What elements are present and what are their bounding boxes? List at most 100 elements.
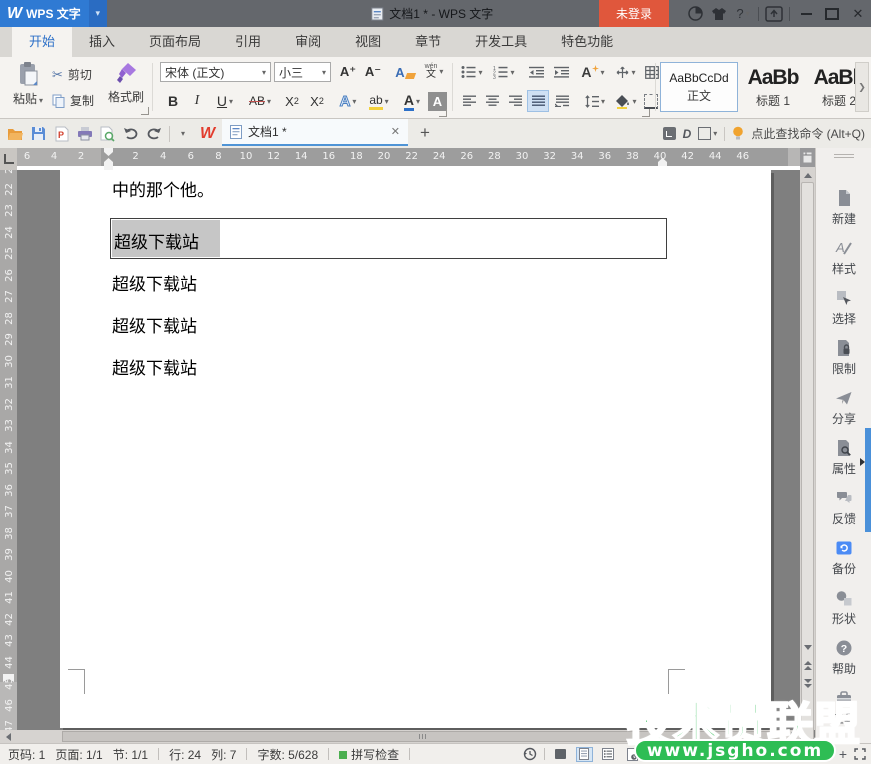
sidebar-scroll-indicator[interactable]	[865, 428, 871, 532]
document-canvas[interactable]: 中的那个他。 超级下载站 超级下载站 超级下载站 超级下载站	[17, 170, 800, 730]
timer-icon[interactable]	[662, 127, 676, 140]
shading-button[interactable]: ▾	[612, 90, 640, 112]
tab-dev-tools[interactable]: 开发工具	[458, 27, 544, 57]
align-right-button[interactable]	[504, 90, 526, 112]
text-frame[interactable]: 超级下载站	[110, 218, 667, 259]
cut-button[interactable]: ✂ 剪切	[52, 66, 92, 83]
shrink-font-button[interactable]: A⁻	[361, 61, 385, 83]
paragraph-text[interactable]: 超级下载站	[112, 354, 197, 379]
vertical-scrollbar[interactable]	[800, 148, 815, 764]
tab-insert[interactable]: 插入	[72, 27, 132, 57]
history-icon[interactable]	[523, 747, 537, 761]
justify-button[interactable]	[527, 90, 549, 112]
paragraph-text[interactable]: 超级下载站	[112, 312, 197, 337]
frame-text[interactable]: 超级下载站	[114, 228, 199, 253]
save-button[interactable]	[27, 122, 50, 146]
italic-button[interactable]: I	[186, 90, 208, 112]
redo-button[interactable]	[142, 122, 165, 146]
tab-special-features[interactable]: 特色功能	[544, 27, 630, 57]
styles-gallery-expand[interactable]: ❯	[855, 62, 869, 112]
tab-review[interactable]: 审阅	[278, 27, 338, 57]
sidebar-item-feedback[interactable]: 反馈	[816, 486, 871, 530]
sidebar-collapse-arrow[interactable]	[860, 458, 865, 466]
sidebar-item-help[interactable]: ? 帮助	[816, 636, 871, 680]
tab-view[interactable]: 视图	[338, 27, 398, 57]
paste-button[interactable]: 粘贴 ▾	[8, 61, 48, 115]
close-tab-icon[interactable]: ✕	[391, 125, 400, 138]
numbering-button[interactable]: 1 2 3 ▾	[489, 61, 519, 83]
font-dialog-launcher[interactable]	[439, 109, 447, 117]
print-preview-button[interactable]	[96, 122, 119, 146]
ruler-toggle-button[interactable]	[800, 148, 815, 167]
tab-home[interactable]: 开始	[12, 27, 73, 57]
new-tab-button[interactable]: +	[420, 123, 430, 143]
pinyin-guide-button[interactable]: wén 文 ▾	[420, 60, 448, 82]
wps-menu-dropdown[interactable]: ▾	[88, 0, 107, 27]
tab-page-layout[interactable]: 页面布局	[132, 27, 218, 57]
tab-section[interactable]: 章节	[398, 27, 458, 57]
paragraph-layout-button[interactable]: ▾	[612, 61, 640, 83]
decrease-indent-button[interactable]	[524, 61, 548, 83]
find-command-hint[interactable]: 点此查找命令 (Alt+Q)	[751, 125, 865, 142]
increase-indent-button[interactable]	[549, 61, 573, 83]
feedback-circle-icon[interactable]	[683, 0, 707, 27]
panel-icon[interactable]: ▾	[698, 127, 717, 140]
scroll-down-button[interactable]	[800, 640, 815, 654]
sidebar-item-shapes[interactable]: 形状	[816, 586, 871, 630]
scroll-left-button[interactable]	[0, 730, 17, 743]
document-tab[interactable]: 文档1 * ✕	[222, 119, 408, 146]
close-button[interactable]: ✕	[845, 0, 871, 27]
font-color-button[interactable]: A ▾	[397, 90, 427, 112]
line-spacing-button[interactable]: ▾	[580, 90, 610, 112]
paragraph-text[interactable]: 中的那个他。	[112, 176, 214, 201]
sidebar-item-backup[interactable]: 备份	[816, 536, 871, 580]
status-word-count[interactable]: 字数: 5/628	[257, 746, 318, 763]
drive-icon[interactable]: D	[683, 127, 692, 141]
grow-font-button[interactable]: A⁺	[336, 61, 360, 83]
help-icon[interactable]: ? ▾	[731, 0, 755, 27]
paragraph-text[interactable]: 超级下载站	[112, 270, 197, 295]
maximize-button[interactable]	[819, 0, 845, 27]
style-normal[interactable]: AaBbCcDd 正文	[660, 62, 738, 112]
skin-icon[interactable]	[707, 0, 731, 27]
font-size-select[interactable]: 小三 ▾	[274, 62, 331, 82]
text-tools-button[interactable]: A ▾	[578, 61, 608, 83]
sidebar-item-restrict[interactable]: 限制	[816, 336, 871, 380]
sidebar-item-select[interactable]: 选择	[816, 286, 871, 330]
print-button[interactable]	[73, 122, 96, 146]
style-heading-1[interactable]: AaBb 标题 1	[741, 62, 805, 112]
paragraph-dialog-launcher[interactable]	[642, 109, 650, 117]
hide-ribbon-icon[interactable]	[762, 0, 786, 27]
qat-customize-dropdown[interactable]: ▾	[174, 122, 190, 146]
vertical-ruler[interactable]: 21 22 23 24 25 26 27 28 29 30 31 32 33 34 35 36 37 38 39 40…	[0, 170, 17, 730]
superscript-button[interactable]: X2	[280, 90, 304, 112]
sidebar-drag-handle[interactable]	[834, 154, 854, 155]
bullets-button[interactable]: ▾	[458, 61, 486, 83]
align-center-button[interactable]	[481, 90, 503, 112]
text-effects-button[interactable]: A ▾	[334, 90, 362, 112]
tab-reference[interactable]: 引用	[218, 27, 278, 57]
clear-format-button[interactable]: A	[392, 61, 418, 83]
export-pdf-button[interactable]: P	[50, 122, 73, 146]
distribute-button[interactable]	[550, 90, 574, 112]
tab-stop-selector[interactable]	[0, 148, 17, 170]
subscript-button[interactable]: X2	[305, 90, 329, 112]
strikethrough-button[interactable]: AB ▾	[243, 90, 277, 112]
font-family-select[interactable]: 宋体 (正文) ▾	[160, 62, 271, 82]
horizontal-ruler[interactable]: 6 4 2 2 4 6 8 10 12 14 16 18 20 22 24 26 28 30 32 34 36 38 40 4…	[17, 148, 800, 170]
spellcheck-status[interactable]: 拼写检查	[339, 746, 399, 763]
page[interactable]: 中的那个他。 超级下载站 超级下载站 超级下载站 超级下载站	[60, 170, 771, 728]
fullscreen-view-button[interactable]	[552, 747, 569, 762]
login-button[interactable]: 未登录	[599, 0, 669, 27]
clipboard-dialog-launcher[interactable]	[141, 107, 149, 115]
copy-button[interactable]: 复制	[52, 92, 94, 109]
outline-view-button[interactable]	[600, 747, 617, 762]
open-button[interactable]	[4, 122, 27, 146]
sidebar-item-share[interactable]: 分享	[816, 386, 871, 430]
underline-button[interactable]: U ▾	[210, 90, 240, 112]
sidebar-item-styles[interactable]: A 样式	[816, 236, 871, 280]
scroll-up-button[interactable]	[800, 168, 815, 182]
align-left-button[interactable]	[458, 90, 480, 112]
highlight-button[interactable]: ab ▾	[363, 90, 395, 112]
sidebar-item-new[interactable]: 新建	[816, 186, 871, 230]
